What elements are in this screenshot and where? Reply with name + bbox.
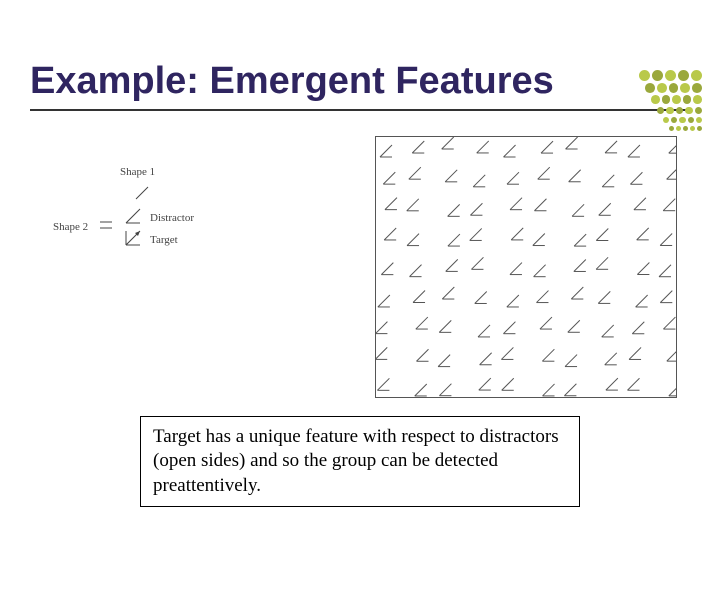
- stimulus-grid: [375, 136, 677, 398]
- legend-shape1-label: Shape 1: [120, 166, 155, 178]
- decorative-dots: [637, 70, 702, 131]
- caption-box: Target has a unique feature with respect…: [140, 416, 580, 507]
- legend-shape2-label: Shape 2: [53, 221, 88, 233]
- legend-shape2-glyph: [97, 214, 115, 232]
- legend-distractor-label: Distractor: [150, 212, 194, 224]
- title-bar: Example: Emergent Features: [30, 60, 690, 111]
- page-title: Example: Emergent Features: [30, 60, 690, 103]
- legend-target-glyph: [123, 228, 143, 248]
- legend-target-label: Target: [150, 234, 178, 246]
- caption-text: Target has a unique feature with respect…: [153, 426, 559, 496]
- legend-distractor-glyph: [123, 206, 143, 226]
- legend-shape1-glyph: [133, 184, 151, 202]
- figure-area: Shape 1 Shape 2 Distractor Target: [30, 136, 690, 406]
